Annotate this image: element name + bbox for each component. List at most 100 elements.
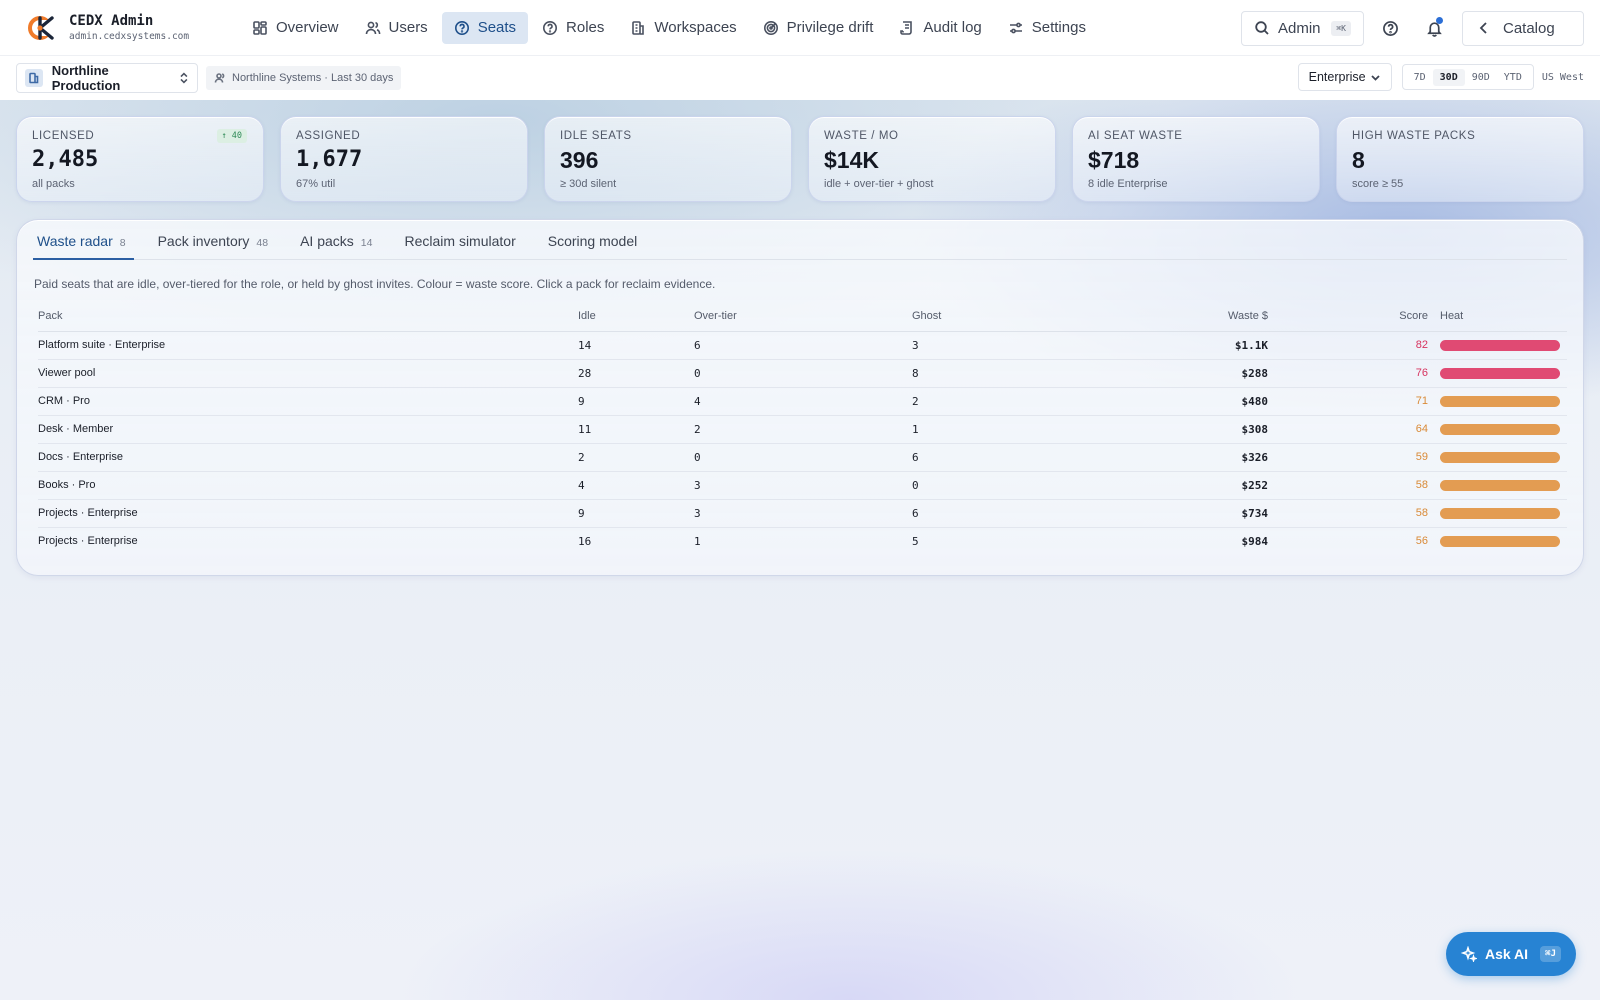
nav-item-workspaces[interactable]: Workspaces <box>618 12 748 44</box>
waste-amount: $308 <box>1112 415 1268 444</box>
over-tier-count: 0 <box>694 359 912 388</box>
nav-item-users[interactable]: Users <box>353 12 440 44</box>
cedx-logo-icon <box>28 15 54 40</box>
column-header-pack[interactable]: Pack <box>38 301 578 332</box>
heat-bar <box>1440 479 1560 491</box>
kpi-card-assigned[interactable]: Assigned 1,677 67% util <box>280 116 528 202</box>
waste-score: 56 <box>1415 535 1428 548</box>
tab-label: Reclaim simulator <box>404 233 516 249</box>
heat-bar <box>1440 451 1560 463</box>
ghost-count: 6 <box>912 499 1112 528</box>
ghost-count: 3 <box>912 331 1112 360</box>
org-chip: Northline Systems · Last 30 days <box>206 66 402 90</box>
nav-label: Seats <box>477 19 517 36</box>
kpi-card-idle-seats[interactable]: Idle seats 396 ≥ 30d silent <box>544 116 792 202</box>
kpi-value: $718 <box>1088 147 1140 173</box>
scroll-icon <box>900 20 913 35</box>
nav-item-settings[interactable]: Settings <box>996 12 1098 44</box>
range-90d[interactable]: 90D <box>1465 69 1497 86</box>
kpi-card-ai-seat-waste[interactable]: AI seat waste $718 8 idle Enterprise <box>1072 116 1320 202</box>
table-row[interactable]: Projects · Enterprise 16 1 5 $984 56 <box>38 527 1567 555</box>
kpi-label: Idle seats <box>560 130 632 142</box>
range-30d[interactable]: 30D <box>1432 68 1465 86</box>
table-row[interactable]: Desk · Member 11 2 1 $308 64 <box>38 415 1567 444</box>
pack-name: Platform suite · Enterprise <box>38 331 578 360</box>
ask-ai-button[interactable]: Ask AI ⌘J <box>1446 932 1576 976</box>
column-header-waste[interactable]: Waste $ <box>1112 301 1268 332</box>
kpi-sub: idle + over-tier + ghost <box>824 178 934 190</box>
tier-select[interactable]: Enterprise <box>1297 63 1392 91</box>
nav-item-seats[interactable]: Seats <box>441 11 529 44</box>
table-row[interactable]: Platform suite · Enterprise 14 6 3 $1.1K 82 <box>38 331 1567 360</box>
kpi-label: Assigned <box>296 130 361 142</box>
kpi-label: Licensed <box>32 130 95 142</box>
tab-label: Scoring model <box>547 233 638 249</box>
catalog-label: Catalog <box>1503 19 1555 37</box>
filters: Enterprise 7D 30D 90D YTD US West <box>1297 63 1584 91</box>
notifications-button[interactable] <box>1416 10 1452 46</box>
range-ytd[interactable]: YTD <box>1497 69 1529 86</box>
table-row[interactable]: Docs · Enterprise 2 0 6 $326 59 <box>38 443 1567 472</box>
heat-bar <box>1440 507 1560 519</box>
brand[interactable]: CEDX Admin admin.cedxsystems.com <box>28 13 218 43</box>
nav-item-roles[interactable]: Roles <box>530 12 616 44</box>
column-header-ghost[interactable]: Ghost <box>912 301 1112 332</box>
grid-icon <box>253 20 267 35</box>
tab-ai-packs[interactable]: AI packs 14 <box>296 233 376 259</box>
kpi-value: $14K <box>824 147 879 173</box>
tab-label: Pack inventory <box>157 233 250 249</box>
waste-score: 59 <box>1268 443 1428 472</box>
app-domain: admin.cedxsystems.com <box>69 30 190 42</box>
top-right-actions: Admin ⌘K Catalog <box>1241 10 1584 46</box>
nav-item-privilege-drift[interactable]: Privilege drift <box>751 12 886 44</box>
top-nav-bar: CEDX Admin admin.cedxsystems.com Overvie… <box>0 0 1600 56</box>
range-7d[interactable]: 7D <box>1407 69 1433 86</box>
waste-amount: $734 <box>1112 499 1268 528</box>
waste-score: 82 <box>1268 331 1428 360</box>
tab-count: 14 <box>360 237 373 249</box>
table-body: Platform suite · Enterprise 14 6 3 $1.1K 82 Vi… <box>38 331 1567 555</box>
tab-scoring-model[interactable]: Scoring model <box>544 233 642 259</box>
workspace-select[interactable]: Northline Production <box>16 63 198 93</box>
table-row[interactable]: Books · Pro 4 3 0 $252 58 <box>38 471 1567 500</box>
chevron-down-icon <box>1370 74 1380 81</box>
catalog-button[interactable]: Catalog <box>1462 10 1584 46</box>
notification-dot <box>1436 17 1443 24</box>
panel-tabs: Waste radar 8 Pack inventory 48 AI packs… <box>33 220 1567 260</box>
waste-score: 64 <box>1268 415 1428 444</box>
heat-cell <box>1428 359 1567 388</box>
pack-name: Books · Pro <box>38 471 578 500</box>
heat-bar <box>1440 367 1560 379</box>
kpi-card-waste-mo[interactable]: Waste / mo $14K idle + over-tier + ghost <box>808 116 1056 202</box>
kpi-label: AI seat waste <box>1088 130 1183 142</box>
main-nav: Overview Users Seats Roles Workspaces Pr… <box>240 11 1098 44</box>
pack-name: Projects · Enterprise <box>38 499 578 528</box>
column-header-idle[interactable]: Idle <box>578 301 694 332</box>
nav-item-overview[interactable]: Overview <box>240 12 351 44</box>
waste-panel: Waste radar 8 Pack inventory 48 AI packs… <box>16 219 1584 576</box>
chevron-updown-icon <box>180 72 188 84</box>
admin-search-label: Admin <box>1278 19 1321 37</box>
pack-name: Desk · Member <box>38 415 578 444</box>
tab-reclaim-simulator[interactable]: Reclaim simulator <box>400 233 519 259</box>
kpi-card-high-waste-packs[interactable]: High waste packs 8 score ≥ 55 <box>1336 116 1584 202</box>
nav-label: Privilege drift <box>786 19 874 36</box>
tab-count: 8 <box>119 237 126 249</box>
over-tier-count: 1 <box>694 534 701 548</box>
table-row[interactable]: CRM · Pro 9 4 2 $480 71 <box>38 387 1567 416</box>
help-button[interactable] <box>1372 10 1408 46</box>
ghost-count: 2 <box>912 387 1112 416</box>
column-header-score[interactable]: Score <box>1268 301 1428 332</box>
heat-bar <box>1440 339 1560 351</box>
ask-ai-label: Ask AI <box>1485 946 1529 962</box>
tab-waste-radar[interactable]: Waste radar 8 <box>33 233 134 260</box>
tab-pack-inventory[interactable]: Pack inventory 48 <box>154 233 273 259</box>
table-row[interactable]: Viewer pool 28 0 8 $288 76 <box>38 359 1567 388</box>
nav-item-audit-log[interactable]: Audit log <box>887 12 993 44</box>
admin-search-button[interactable]: Admin ⌘K <box>1241 10 1364 46</box>
idle-count: 9 <box>578 499 694 528</box>
table-row[interactable]: Projects · Enterprise 9 3 6 $734 58 <box>38 499 1567 528</box>
kpi-card-licensed[interactable]: Licensed 2,485 all packs ↑ 40 <box>16 116 264 202</box>
chevron-left-icon <box>1479 22 1487 34</box>
column-header-over-tier[interactable]: Over-tier <box>694 301 912 332</box>
